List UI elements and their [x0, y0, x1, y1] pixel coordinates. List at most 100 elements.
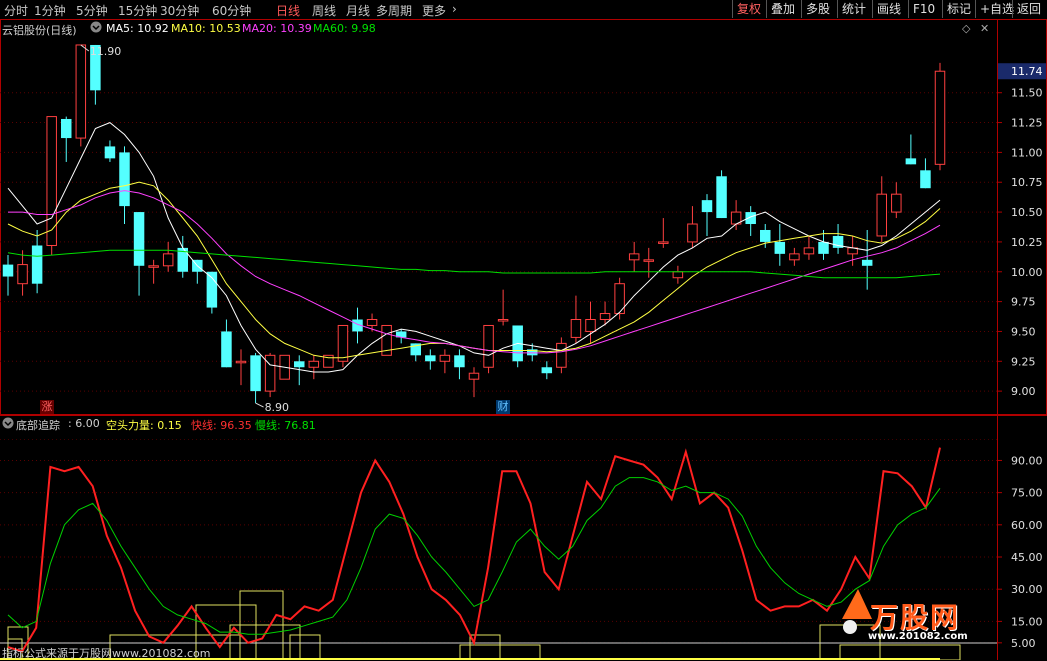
period-tab-1[interactable]: 1分钟 [34, 2, 66, 19]
candle-body-2 [31, 245, 43, 284]
high-marker-label: 11.90 [90, 45, 122, 58]
close-icon[interactable]: ✕ [980, 22, 989, 35]
indicator-settings-icon[interactable] [2, 417, 14, 432]
volume-box-10 [839, 644, 961, 660]
watermark-arrow-mark [842, 589, 872, 619]
price-tick-label-0: 9.00 [1011, 385, 1036, 398]
series-line-0 [7, 447, 941, 653]
candle-body-53 [774, 241, 786, 254]
price-tick-label-8: 11.00 [1011, 146, 1043, 159]
period-tab-10[interactable]: 更多 [422, 2, 446, 19]
candle-body-29 [425, 355, 436, 362]
candle-body-7 [104, 146, 116, 159]
ind-tick-label-5: 75.00 [1011, 487, 1043, 500]
low-marker-arrow [255, 402, 264, 408]
event-marker-finance[interactable]: 财 [496, 400, 510, 414]
candle-body-64 [934, 70, 946, 165]
candle-body-61 [891, 193, 902, 213]
toolbar-button-4[interactable]: 画线 [872, 0, 905, 18]
candle-body-4 [61, 118, 72, 139]
ind-tick-label-4: 60.00 [1011, 519, 1043, 532]
period-tab-7[interactable]: 周线 [312, 2, 336, 19]
candle-body-62 [905, 158, 917, 165]
price-tick-label-7: 10.75 [1011, 176, 1043, 189]
toolbar-button-2[interactable]: 多股 [801, 0, 834, 18]
candle-body-11 [162, 253, 174, 267]
chart-area: 9.00 9.25 9.50 9.75 10.00 10.25 10.50 10.75 11.0… [0, 19, 1047, 660]
chevron-right-icon[interactable]: › [452, 2, 457, 16]
candle-body-8 [119, 152, 130, 207]
ind-tick-label-1: 15.00 [1011, 615, 1043, 628]
candle-body-39 [570, 319, 582, 338]
candle-body-21 [308, 360, 320, 368]
ma60-legend: MA60: 9.98 [313, 22, 376, 35]
candle-body-33 [483, 324, 494, 368]
bear-force-legend: 空头力量: 0.15 [106, 419, 182, 432]
price-panel-frame [0, 19, 1047, 415]
period-tab-6[interactable]: 日线 [276, 2, 300, 19]
footer-source: 指标公式来源于万股网www.201082.com [2, 647, 211, 660]
diamond-icon[interactable]: ◇ [962, 22, 970, 35]
ind-tick-label-0: 5.00 [1011, 637, 1036, 650]
line-ma60 [7, 249, 941, 279]
toolbar-button-6[interactable]: 标记 [942, 0, 975, 18]
toolbar-button-3[interactable]: 统计 [837, 0, 870, 18]
line-ma5 [7, 122, 941, 373]
period-tab-8[interactable]: 月线 [346, 2, 370, 19]
period-tab-0[interactable]: 分时 [4, 2, 28, 19]
candle-body-54 [789, 253, 800, 261]
candle-body-37 [541, 367, 553, 374]
price-tick-label-4: 10.00 [1011, 266, 1043, 279]
stock-title: 云铝股份(日线) [2, 24, 77, 37]
period-tab-5[interactable]: 60分钟 [212, 2, 251, 19]
watermark-logo: 万股网 [870, 601, 961, 634]
event-marker-up[interactable]: 涨 [40, 400, 54, 414]
candle-body-49 [716, 176, 727, 219]
toolbar: 分时 1分钟 5分钟 15分钟 30分钟 60分钟 日线 周线 月线 多周期 更多 › 复权 叠加 多股 统计… [0, 0, 1047, 20]
candle-body-31 [454, 355, 465, 368]
candle-body-30 [439, 354, 451, 362]
price-tick-label-1: 9.25 [1011, 355, 1036, 368]
period-tab-2[interactable]: 5分钟 [76, 2, 108, 19]
candle-body-1 [17, 264, 28, 285]
slow-line-legend: 慢线: 76.81 [255, 419, 316, 432]
candle-body-63 [920, 170, 931, 189]
fast-line-legend: 快线: 96.35 [191, 419, 252, 432]
indicator-name: 底部追踪 [16, 419, 60, 432]
ind-tick-label-6: 90.00 [1011, 454, 1043, 467]
candle-body-40 [585, 319, 596, 332]
candle-body-45 [658, 241, 669, 244]
ma5-legend: MA5: 10.92 [106, 22, 169, 35]
ma10-legend: MA10: 10.53 [171, 22, 241, 35]
watermark-ball-mark [843, 620, 857, 634]
candle-body-17 [250, 355, 261, 392]
candle-body-47 [687, 223, 698, 243]
candle-body-60 [876, 193, 887, 237]
candle-body-10 [148, 265, 159, 268]
ma20-legend: MA20: 10.39 [242, 22, 312, 35]
toolbar-button-5[interactable]: F10 [908, 0, 939, 18]
price-tick-label-3: 9.75 [1011, 296, 1036, 309]
candle-body-59 [861, 259, 873, 266]
candle-body-44 [643, 259, 654, 262]
current-price-label: 11.74 [1011, 65, 1043, 78]
candle-body-46 [672, 271, 684, 279]
candle-body-20 [294, 361, 305, 368]
price-tick-label-9: 11.25 [1011, 117, 1043, 130]
candle-body-51 [745, 212, 756, 225]
settings-icon[interactable] [90, 21, 102, 36]
toolbar-button-1[interactable]: 叠加 [766, 0, 799, 18]
candle-body-48 [701, 200, 713, 213]
series-line-1 [7, 477, 941, 635]
candle-body-15 [221, 331, 232, 368]
period-tab-3[interactable]: 15分钟 [118, 2, 157, 19]
period-tab-9[interactable]: 多周期 [376, 2, 412, 19]
price-tick-label-2: 9.50 [1011, 325, 1036, 338]
candle-body-43 [628, 253, 640, 261]
toolbar-button-0[interactable]: 复权 [732, 0, 765, 18]
candle-body-5 [75, 44, 87, 139]
period-tab-4[interactable]: 30分钟 [160, 2, 199, 19]
watermark-site: www.201082.com [868, 631, 968, 642]
toolbar-button-8[interactable]: 返回 [1012, 0, 1045, 18]
candle-body-55 [803, 247, 815, 255]
